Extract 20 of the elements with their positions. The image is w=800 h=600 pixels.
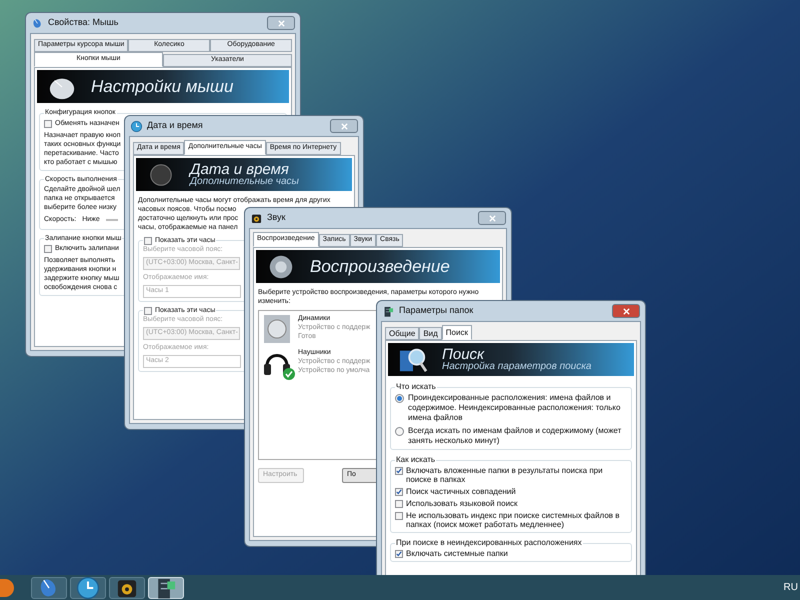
radio-label: Всегда искать по именам файлов и содержимому (может занять несколько минут) — [408, 426, 622, 446]
banner-title: Дата и время — [190, 162, 290, 177]
window-title: Параметры папок — [399, 304, 474, 318]
group-title: При поиске в неиндексированных расположениях — [396, 538, 582, 547]
window-title: Звук — [267, 211, 286, 224]
checkbox-label: Включать вложенные папки в результаты поиска при поиске в папках — [406, 466, 604, 484]
banner-subtitle: Дополнительные часы — [190, 177, 299, 187]
window-title: Дата и время — [147, 119, 204, 132]
banner-title: Поиск — [442, 347, 484, 362]
checkbox-label: Включать системные папки — [406, 549, 508, 558]
window-title: Свойства: Мышь — [48, 16, 120, 30]
checkbox-label: Не использовать индекс при поиске системных файлов в папках (поиск может работать медленнее) — [406, 511, 620, 529]
checkbox-label: Поиск частичных совпадений — [406, 487, 516, 496]
radio-label: Проиндексированные расположения: имена файлов и содержимое. Неиндексированные расположения: только имена файлов — [408, 393, 622, 423]
banner-title: Настройки мыши — [91, 78, 234, 95]
banner-subtitle: Настройка параметров поиска — [442, 362, 592, 372]
group-title: Что искать — [396, 382, 436, 391]
banner-title: Воспроизведение — [310, 258, 450, 275]
checkbox-label: Использовать языковой поиск — [406, 499, 518, 508]
group-title: Как искать — [396, 455, 436, 464]
